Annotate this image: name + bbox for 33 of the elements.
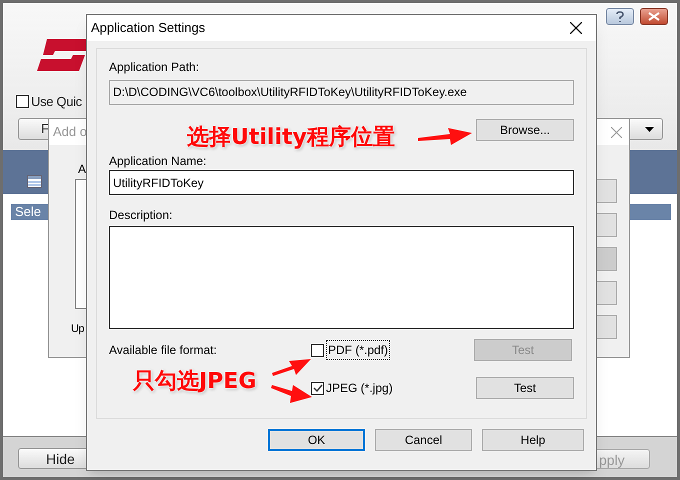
close-icon — [648, 12, 660, 21]
path-field[interactable]: D:\D\CODING\VC6\toolbox\UtilityRFIDToKey\UtilityRFIDToKey.exe — [109, 80, 574, 105]
dialog-button[interactable]: OK — [268, 429, 365, 451]
checkbox[interactable] — [311, 344, 324, 356]
annotation-text: 只勾选JPEG — [133, 368, 256, 396]
field-label: Up — [71, 322, 84, 337]
arrow — [418, 128, 472, 145]
window-title: Application Settings — [91, 19, 206, 38]
annotation-text: 选择Utility程序位置 — [187, 124, 395, 152]
checkbox-label: PDF (*.pdf) — [326, 340, 390, 360]
checkbox[interactable] — [16, 95, 29, 108]
arrow — [271, 385, 312, 403]
checkbox-label: JPEG (*.jpg) — [326, 380, 394, 397]
field-label: Description: — [109, 207, 174, 222]
close-button[interactable] — [640, 8, 668, 25]
field-label: Application Path: — [109, 59, 200, 74]
test-button[interactable]: Test — [476, 377, 574, 399]
checkbox[interactable] — [311, 382, 324, 394]
arrow — [272, 359, 311, 376]
dialog-button[interactable]: Cancel — [375, 429, 472, 451]
field-label: Application Name: — [109, 153, 208, 168]
field-label: A — [78, 161, 86, 178]
name-field[interactable]: UtilityRFIDToKey — [109, 170, 574, 195]
caret-icon — [645, 126, 654, 132]
checkbox-label: Use Quic — [31, 93, 82, 111]
help-button[interactable] — [606, 8, 634, 25]
table-icon — [27, 175, 43, 189]
browse-button[interactable]: Browse... — [476, 119, 574, 141]
close-icon[interactable] — [570, 22, 582, 34]
field-label: Available file format: — [109, 342, 218, 357]
description-field[interactable] — [109, 226, 574, 329]
dialog-button[interactable]: Help — [482, 429, 584, 451]
question-icon — [616, 10, 624, 22]
